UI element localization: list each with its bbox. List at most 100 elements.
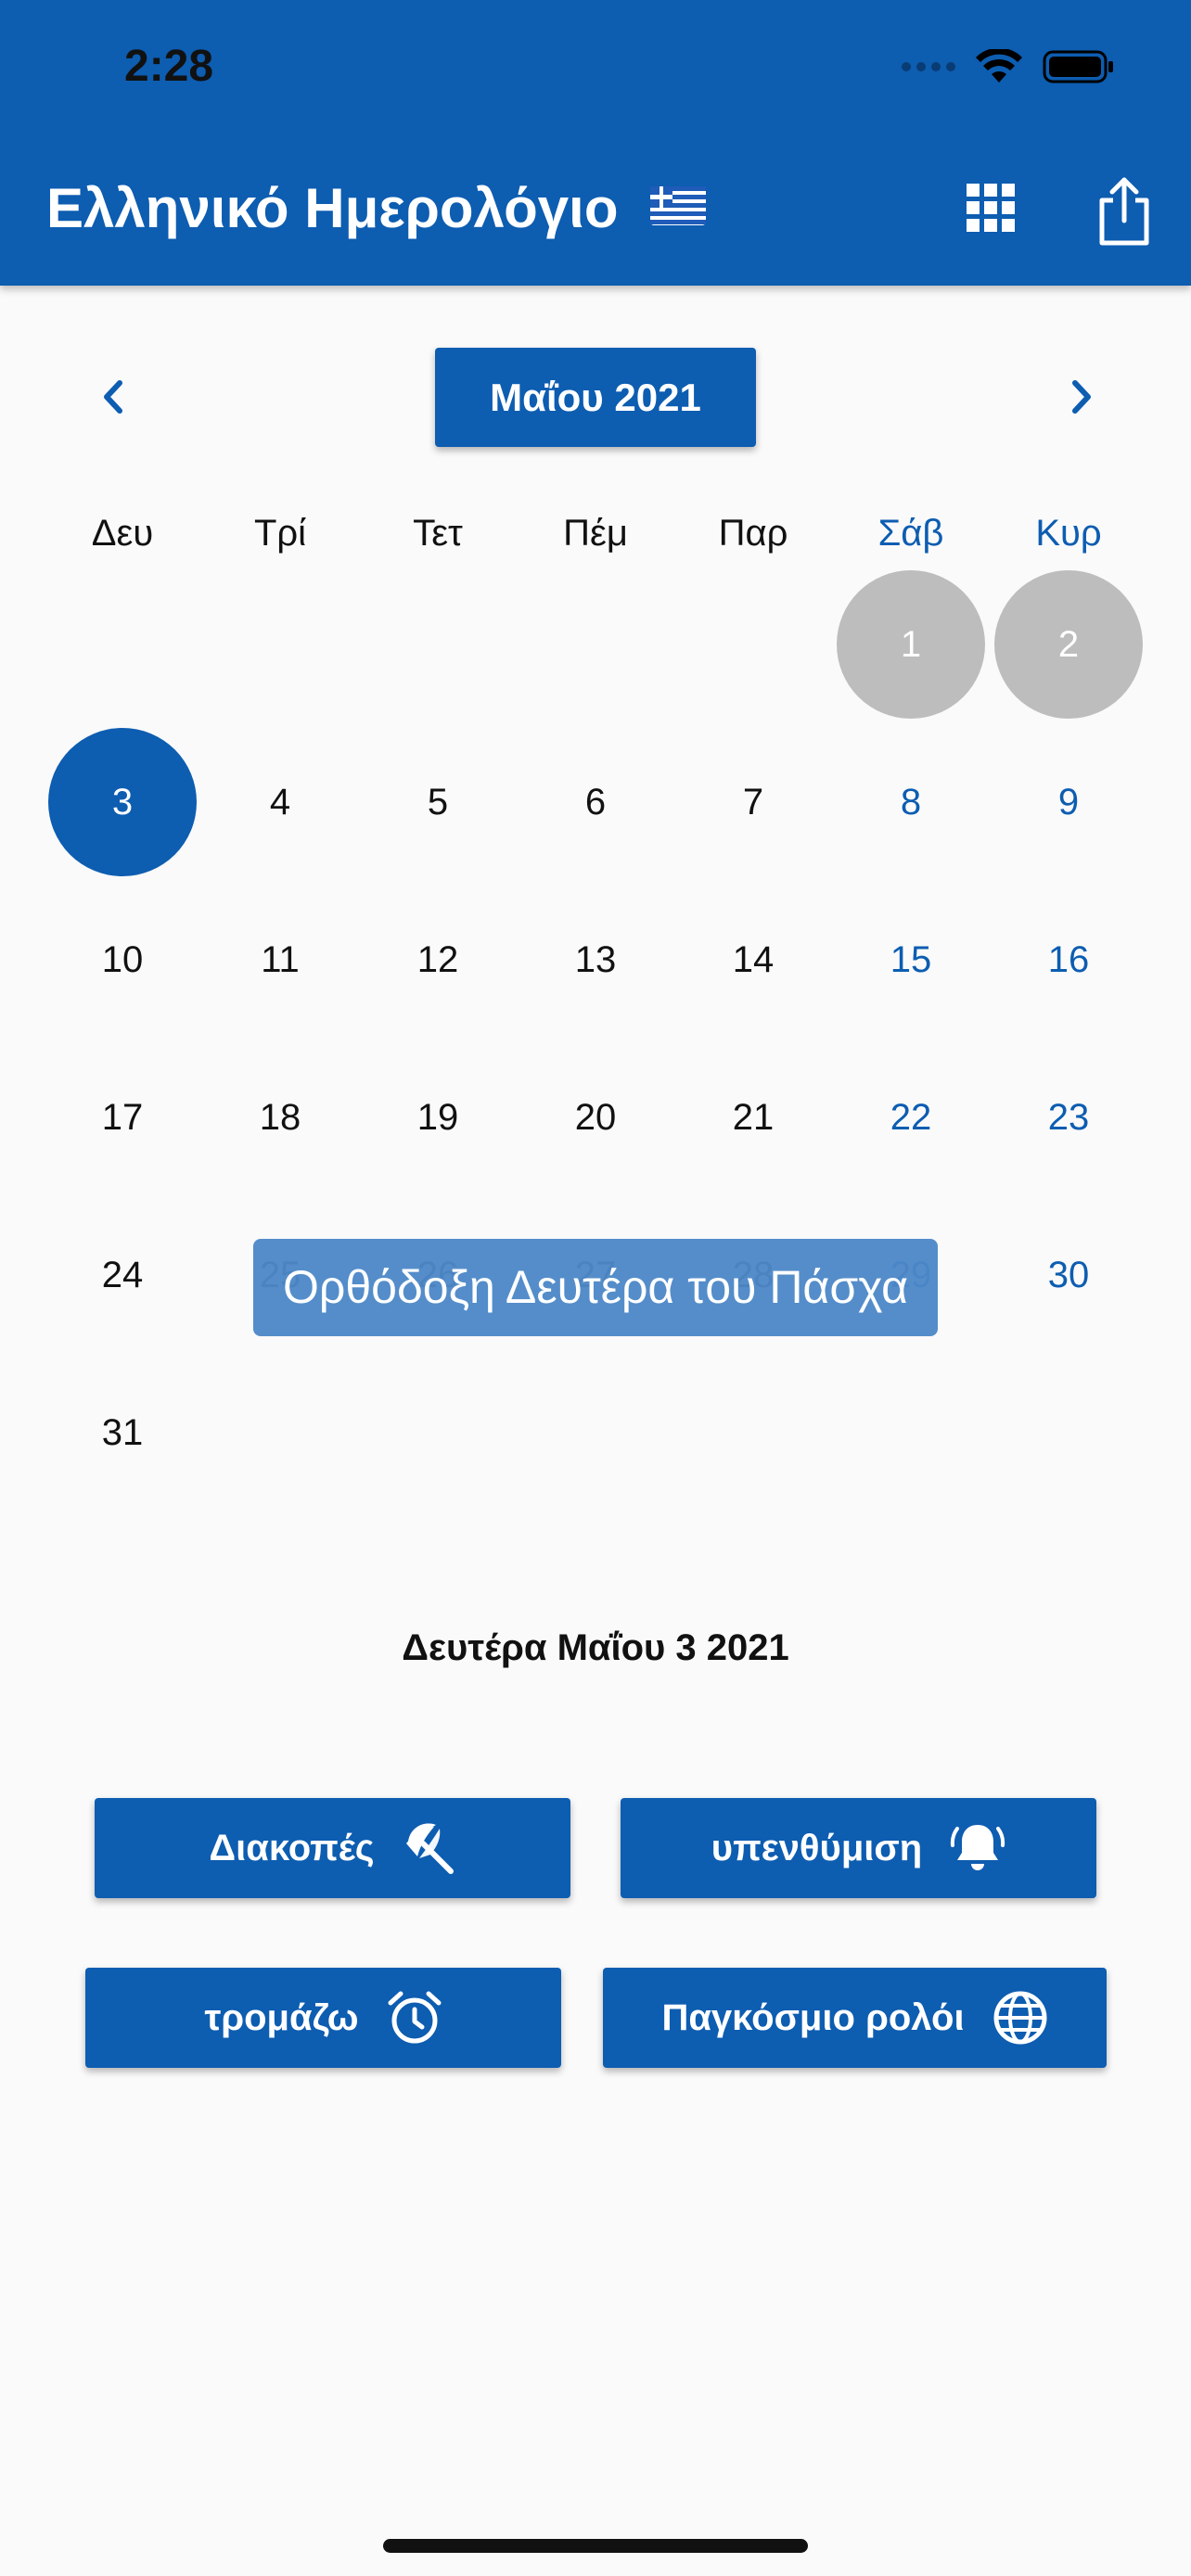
alarm-button[interactable]: τρομάζω xyxy=(85,1968,561,2068)
calendar-day-number: 17 xyxy=(101,1096,144,1138)
calendar-day-number: 8 xyxy=(900,781,922,823)
app-bar: 2:28 Ελληνικό Ημερολόγιο xyxy=(0,0,1191,286)
month-year-button[interactable]: Μαΐου 2021 xyxy=(435,348,756,447)
holiday-tooltip: Ορθόδοξη Δευτέρα του Πάσχα xyxy=(253,1239,938,1336)
app-title-text: Ελληνικό Ημερολόγιο xyxy=(46,177,619,239)
calendar-empty-cell xyxy=(517,566,674,723)
calendar-week-row: 31 xyxy=(44,1354,1147,1511)
calendar-day[interactable]: 24 xyxy=(44,1196,201,1354)
calendar-day[interactable]: 23 xyxy=(990,1039,1147,1196)
home-indicator[interactable] xyxy=(383,2539,808,2553)
grid-icon xyxy=(967,184,1015,232)
calendar-day[interactable]: 31 xyxy=(44,1354,201,1511)
weekday-label-weekend: Κυρ xyxy=(1035,513,1102,554)
grid-menu-button[interactable] xyxy=(965,182,1017,234)
calendar-day[interactable]: 4 xyxy=(201,723,359,881)
calendar-day-number: 11 xyxy=(261,938,300,980)
weekday-label: Τρί xyxy=(253,513,307,554)
share-button[interactable] xyxy=(1095,176,1154,247)
calendar-empty-cell xyxy=(201,1354,359,1511)
calendar-day[interactable]: 20 xyxy=(517,1039,674,1196)
calendar-week-row: 12 xyxy=(44,566,1147,723)
world-clock-button[interactable]: Παγκόσμιο ρολόι xyxy=(603,1968,1107,2068)
calendar-day[interactable]: 11 xyxy=(201,881,359,1039)
calendar-day[interactable]: 10 xyxy=(44,881,201,1039)
calendar-day[interactable]: 22 xyxy=(832,1039,990,1196)
calendar-week-row: 17 18 19 20 21 22 23 xyxy=(44,1039,1147,1196)
calendar-empty-cell xyxy=(832,1354,990,1511)
battery-icon xyxy=(1043,50,1113,83)
beach-umbrella-icon xyxy=(405,1823,454,1874)
calendar-day[interactable]: 19 xyxy=(359,1039,517,1196)
calendar-day[interactable]: 5 xyxy=(359,723,517,881)
calendar-day-number: 23 xyxy=(1047,1096,1090,1138)
next-month-button[interactable] xyxy=(1057,373,1106,421)
calendar-day[interactable]: 14 xyxy=(674,881,832,1039)
holidays-button[interactable]: Διακοπές xyxy=(95,1798,570,1898)
weekday-label: Τετ xyxy=(413,513,463,554)
wifi-icon xyxy=(976,49,1022,83)
calendar-empty-cell xyxy=(359,1354,517,1511)
app-title: Ελληνικό Ημερολόγιο xyxy=(46,174,707,245)
calendar-day[interactable]: 30 xyxy=(990,1196,1147,1354)
calendar-day[interactable]: 3 xyxy=(44,723,201,881)
calendar-day-number: 5 xyxy=(427,781,449,823)
calendar-day[interactable]: 12 xyxy=(359,881,517,1039)
calendar-day-number: 15 xyxy=(890,938,932,980)
calendar-day-number: 12 xyxy=(416,938,459,980)
calendar-day-number: 4 xyxy=(269,781,291,823)
calendar-day[interactable]: 17 xyxy=(44,1039,201,1196)
calendar-week-row: 10 11 12 13 14 15 16 xyxy=(44,881,1147,1039)
calendar-day-number: 1 xyxy=(837,570,985,719)
calendar-day[interactable]: 15 xyxy=(832,881,990,1039)
reminder-button-label: υπενθύμιση xyxy=(711,1827,923,1868)
chevron-right-icon xyxy=(1072,380,1091,414)
calendar-day-number: 6 xyxy=(584,781,607,823)
calendar-day-number: 18 xyxy=(259,1096,301,1138)
calendar-day[interactable]: 6 xyxy=(517,723,674,881)
calendar-empty-cell xyxy=(201,566,359,723)
calendar-day[interactable]: 16 xyxy=(990,881,1147,1039)
calendar-days-grid: 1234567891011121314151617181920212223242… xyxy=(44,566,1147,1511)
calendar-empty-cell xyxy=(44,566,201,723)
calendar-day-number: 24 xyxy=(101,1254,144,1295)
calendar-day-number: 21 xyxy=(732,1096,775,1138)
calendar-day[interactable]: 1 xyxy=(832,566,990,723)
globe-icon xyxy=(993,1991,1047,2045)
status-time: 2:28 xyxy=(124,42,214,91)
greek-flag-icon xyxy=(650,174,707,239)
calendar-day-number: 30 xyxy=(1047,1254,1090,1295)
calendar-day[interactable]: 18 xyxy=(201,1039,359,1196)
calendar-empty-cell xyxy=(674,1354,832,1511)
bell-ringing-icon xyxy=(951,1825,1005,1870)
calendar-day-number: 3 xyxy=(48,728,197,876)
calendar-week-row: 3 4 5 6 7 8 9 xyxy=(44,723,1147,881)
weekday-header: Δευ Τρί Τετ Πέμ Παρ Σάβ Κυρ xyxy=(44,501,1147,566)
calendar-day[interactable]: 21 xyxy=(674,1039,832,1196)
calendar-day-number: 9 xyxy=(1057,781,1080,823)
calendar-empty-cell xyxy=(674,566,832,723)
calendar-day[interactable]: 13 xyxy=(517,881,674,1039)
reminder-button[interactable]: υπενθύμιση xyxy=(621,1798,1096,1898)
calendar-day-number: 10 xyxy=(101,938,144,980)
weekday-label: Παρ xyxy=(718,513,788,554)
calendar-empty-cell xyxy=(990,1354,1147,1511)
calendar-day-number: 2 xyxy=(994,570,1143,719)
holidays-button-label: Διακοπές xyxy=(209,1827,375,1868)
calendar-day-number: 22 xyxy=(890,1096,932,1138)
calendar-day[interactable]: 9 xyxy=(990,723,1147,881)
previous-month-button[interactable] xyxy=(89,373,137,421)
calendar-day[interactable]: 7 xyxy=(674,723,832,881)
alarm-button-label: τρομάζω xyxy=(204,1996,359,2038)
calendar-day-number: 20 xyxy=(574,1096,617,1138)
weekday-label: Δευ xyxy=(91,513,154,554)
weekday-label: Πέμ xyxy=(563,513,628,554)
selected-date-label: Δευτέρα Μαΐου 3 2021 xyxy=(402,1627,789,1668)
calendar-day-number: 13 xyxy=(574,938,617,980)
alarm-clock-icon xyxy=(388,1991,442,2044)
calendar-day-number: 31 xyxy=(101,1411,144,1453)
calendar-day[interactable]: 2 xyxy=(990,566,1147,723)
calendar-day-number: 14 xyxy=(732,938,775,980)
calendar-day[interactable]: 8 xyxy=(832,723,990,881)
calendar-day-number: 7 xyxy=(742,781,764,823)
